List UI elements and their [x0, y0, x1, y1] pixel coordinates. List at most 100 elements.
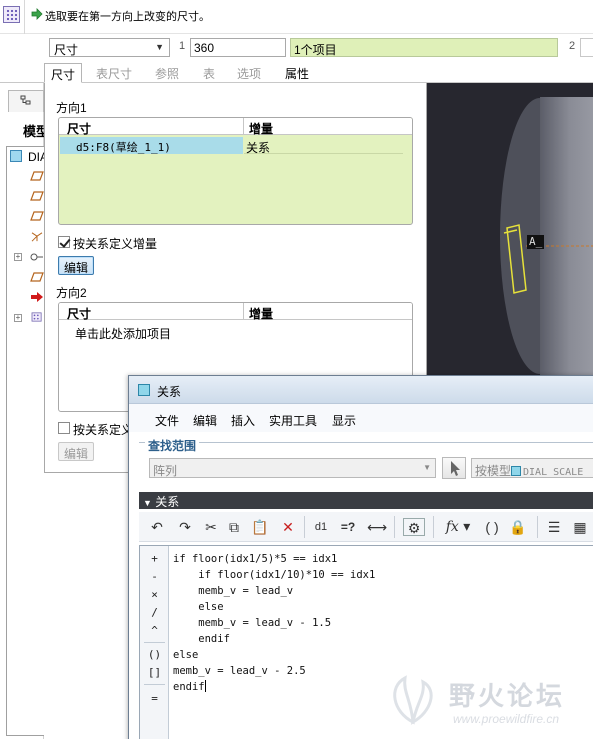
operator-minus[interactable]: - — [140, 570, 169, 583]
dialog-titlebar[interactable]: 关系 — [129, 376, 593, 404]
operator-multiply[interactable]: × — [140, 588, 169, 601]
direction2-define-by-relation-checkbox[interactable] — [58, 422, 70, 434]
direction1-define-by-relation-checkbox[interactable] — [58, 236, 70, 248]
menu-display[interactable]: 显示 — [332, 412, 356, 429]
dialog-title: 关系 — [157, 385, 182, 399]
code-line: endif — [173, 633, 230, 645]
pattern-feature-icon[interactable] — [30, 312, 44, 322]
operator-separator — [144, 684, 165, 685]
datum-plane-icon[interactable] — [30, 191, 44, 201]
datum-plane-icon[interactable] — [30, 272, 44, 282]
parameters-icon[interactable]: ( ) — [483, 518, 501, 536]
code-line: memb_v = lead_v - 2.5 — [173, 665, 306, 677]
operator-separator — [144, 642, 165, 643]
toolbar-separator — [304, 516, 305, 538]
direction1-title: 方向1 — [56, 101, 87, 115]
datum-plane-icon[interactable] — [30, 171, 44, 181]
relations-editor[interactable]: + - × / ^ () [] = if floor(idx1/5)*5 == … — [139, 545, 593, 739]
tab-options[interactable]: 选项 — [231, 63, 267, 83]
show-values-icon[interactable]: d1 — [312, 518, 330, 536]
table-row[interactable]: d5:F8(草绘_1_1) 关系 — [60, 137, 403, 155]
code-line: memb_v = lead_v - 1.5 — [173, 617, 332, 629]
increment-cell[interactable]: 关系 — [244, 137, 403, 155]
toolbar-separator — [24, 0, 25, 34]
coordinate-system-icon[interactable] — [30, 232, 44, 242]
prompt-text: 选取要在第一方向上改变的尺寸。 — [45, 11, 210, 23]
copy-icon[interactable]: ⧉ — [225, 518, 243, 536]
search-scope-title: 查找范围 — [145, 437, 200, 454]
tab-table[interactable]: 表 — [197, 63, 221, 83]
dimension-icon[interactable]: ⟷ — [367, 518, 387, 536]
operator-plus[interactable]: + — [140, 552, 169, 565]
graphics-window[interactable]: A_ — [427, 83, 593, 376]
by-model-field[interactable]: 按模型 DIAL_SCALE_ — [471, 458, 593, 478]
prompt-arrow-icon — [31, 8, 43, 20]
units-icon[interactable]: ▦ — [571, 518, 589, 536]
toolbar-separator — [394, 516, 395, 538]
relations-code[interactable]: if floor(idx1/5)*5 == idx1 if floor(idx1… — [173, 551, 375, 695]
menu-utilities[interactable]: 实用工具 — [269, 412, 317, 429]
direction1-table[interactable]: 尺寸 增量 d5:F8(草绘_1_1) 关系 — [58, 117, 413, 225]
part-icon — [10, 150, 22, 162]
tab-properties[interactable]: 属性 — [279, 63, 315, 83]
expand-icon[interactable]: + — [14, 253, 22, 261]
direction1-count-input[interactable]: 360 — [190, 38, 286, 57]
direction2-edit-button[interactable]: 编辑 — [58, 442, 95, 461]
relations-section-header[interactable]: ▼ 关系 — [139, 492, 593, 509]
redo-icon[interactable]: ↷ — [176, 518, 194, 536]
pattern-dashboard: 尺寸 ▼ 1 360 1个项目 2 — [0, 34, 593, 61]
evaluate-icon[interactable]: =? — [339, 518, 357, 536]
part-icon — [511, 466, 522, 476]
search-scope-select[interactable]: 阵列 ▼ — [149, 458, 436, 478]
expand-icon[interactable]: + — [14, 314, 22, 322]
insert-here-arrow-icon[interactable] — [30, 292, 44, 302]
operator-divide[interactable]: / — [140, 606, 169, 619]
code-line-last: endif — [173, 679, 375, 695]
dimension-cell[interactable]: d5:F8(草绘_1_1) — [60, 137, 243, 154]
pointer-icon — [451, 461, 460, 476]
operator-equals[interactable]: = — [140, 692, 169, 705]
select-pointer-button[interactable] — [442, 457, 466, 479]
chevron-down-icon: ▼ — [155, 42, 164, 52]
menu-edit[interactable]: 编辑 — [193, 412, 217, 429]
sort-icon[interactable]: ☰ — [545, 518, 563, 536]
tab-references[interactable]: 参照 — [149, 63, 185, 83]
code-line: memb_v = lead_v — [173, 585, 294, 597]
code-line: else — [173, 601, 224, 613]
column-header-increment: 增量 — [249, 307, 274, 321]
add-item-hint[interactable]: 单击此处添加项目 — [75, 325, 171, 342]
dashboard-tabs: 尺寸 表尺寸 参照 表 选项 属性 — [0, 61, 593, 83]
undo-icon[interactable]: ↶ — [148, 518, 166, 536]
pattern-type-select[interactable]: 尺寸 ▼ — [49, 38, 170, 57]
tab-table-dimensions[interactable]: 表尺寸 — [90, 63, 138, 83]
chevron-down-icon: ▼ — [423, 463, 431, 472]
operator-power[interactable]: ^ — [140, 624, 169, 637]
cut-icon[interactable]: ✂ — [202, 518, 220, 536]
code-line: else — [173, 649, 199, 661]
paste-icon[interactable]: 📋 — [251, 518, 269, 536]
cylinder-body — [540, 97, 593, 375]
delete-icon[interactable]: ✕ — [279, 518, 297, 536]
verify-icon[interactable]: ⚙ — [403, 518, 425, 536]
operator-brackets[interactable]: [] — [140, 666, 169, 679]
tab-dimensions[interactable]: 尺寸 — [44, 63, 83, 83]
direction1-label: 1 — [179, 40, 186, 52]
menu-file[interactable]: 文件 — [155, 412, 179, 429]
menu-insert[interactable]: 插入 — [231, 412, 255, 429]
operator-parentheses[interactable]: () — [140, 648, 169, 661]
column-separator — [243, 118, 244, 135]
datum-plane-icon[interactable] — [30, 211, 44, 221]
lock-icon[interactable]: 🔒 — [509, 518, 527, 536]
feature-icon[interactable] — [30, 252, 44, 262]
table-header: 尺寸 增量 — [59, 118, 412, 136]
relations-toolbar: ↶ ↷ ✂ ⧉ 📋 ✕ d1 =? ⟷ ⚙ fx ▾ ( ) 🔒 ☰ ▦ — [139, 512, 593, 542]
direction1-items-collector[interactable]: 1个项目 — [290, 38, 558, 57]
direction2-count-input[interactable] — [580, 38, 593, 57]
tab-model-tree[interactable] — [8, 90, 44, 112]
column-header-increment: 增量 — [249, 122, 274, 136]
code-line: if floor(idx1/10)*10 == idx1 — [173, 569, 376, 581]
table-header: 尺寸 增量 — [59, 303, 412, 321]
column-header-dimension: 尺寸 — [67, 122, 92, 136]
direction1-edit-button[interactable]: 编辑 — [58, 256, 95, 275]
function-icon[interactable]: fx ▾ — [441, 518, 475, 536]
